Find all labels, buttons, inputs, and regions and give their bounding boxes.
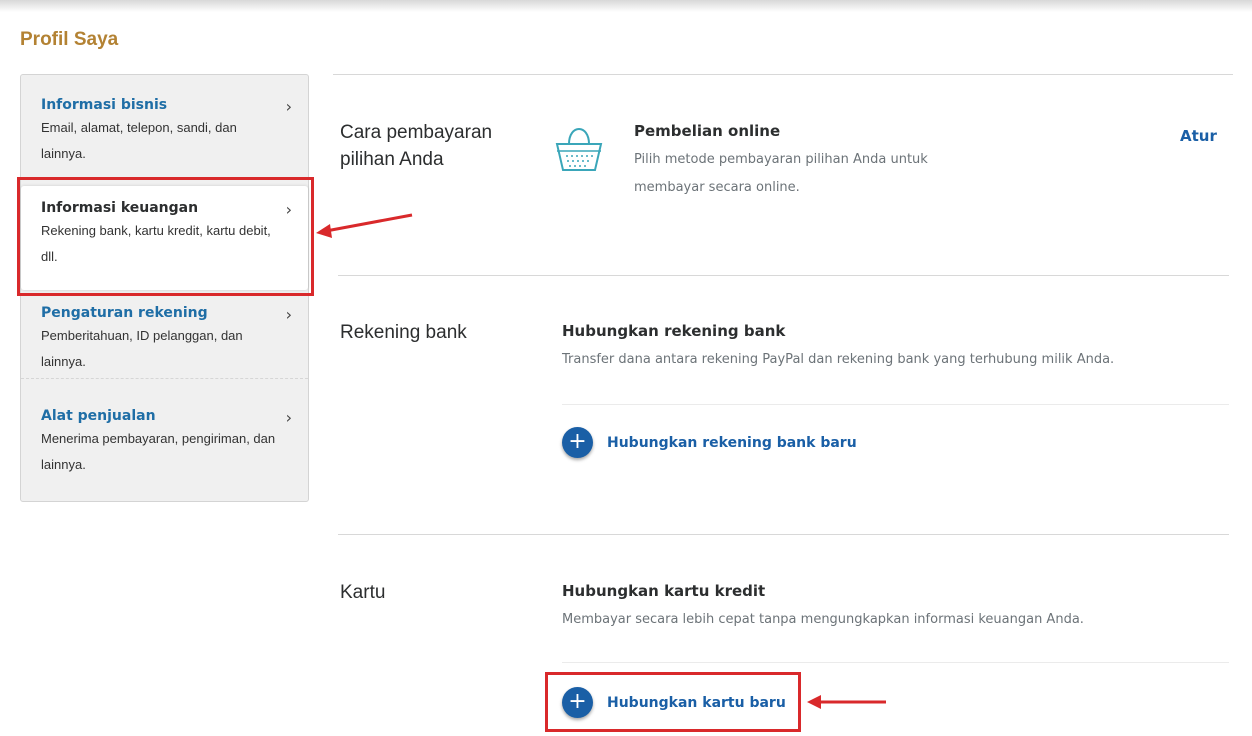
section-label-card: Kartu [340, 582, 386, 603]
sidebar-divider [21, 378, 308, 379]
highlight-box-add-card [545, 672, 801, 732]
link-bank-desc: Transfer dana antara rekening PayPal dan… [562, 352, 1115, 367]
highlight-box-financial-info [17, 177, 314, 296]
sidebar-item-business-info[interactable]: Informasi bisnis Email, alamat, telepon,… [21, 97, 308, 167]
chevron-right-icon: › [285, 305, 292, 324]
link-card-title: Hubungkan kartu kredit [562, 582, 766, 600]
section-divider [338, 275, 1229, 276]
arrow-pointer-add-card [807, 695, 886, 709]
link-card-desc: Membayar secara lebih cepat tanpa mengun… [562, 612, 1084, 627]
sidebar-item-account-settings[interactable]: Pengaturan rekening Pemberitahuan, ID pe… [21, 305, 308, 375]
item-divider [562, 662, 1229, 663]
add-bank-account-button[interactable]: + Hubungkan rekening bank baru [562, 427, 857, 458]
section-label-bank: Rekening bank [340, 322, 467, 343]
sidebar-item-selling-tools[interactable]: Alat penjualan Menerima pembayaran, peng… [21, 408, 308, 478]
chevron-right-icon: › [285, 408, 292, 427]
item-divider [562, 404, 1229, 405]
plus-icon: + [562, 427, 593, 458]
link-bank-title: Hubungkan rekening bank [562, 322, 786, 340]
add-bank-account-label: Hubungkan rekening bank baru [607, 434, 857, 451]
section-divider [333, 74, 1233, 75]
sidebar-item-desc: Pemberitahuan, ID pelanggan, dan lainnya. [41, 328, 243, 369]
sidebar-item-desc: Email, alamat, telepon, sandi, dan lainny… [41, 120, 237, 161]
sidebar-item-title: Alat penjualan [41, 408, 156, 424]
arrow-pointer-financial-info [316, 213, 413, 238]
sidebar-item-desc: Menerima pembayaran, pengiriman, dan lain… [41, 431, 276, 472]
online-purchase-title: Pembelian online [634, 122, 781, 140]
sidebar-item-title: Informasi bisnis [41, 97, 168, 113]
basket-icon [553, 120, 605, 180]
section-label-payment: Cara pembayaran pilihan Anda [340, 122, 493, 170]
chevron-right-icon: › [285, 97, 292, 116]
section-divider [338, 534, 1229, 535]
sidebar-item-title: Pengaturan rekening [41, 305, 208, 321]
page-title: Profil Saya [20, 29, 119, 50]
top-shadow [0, 0, 1252, 12]
online-purchase-desc: Pilih metode pembayaran pilihan Anda unt… [634, 152, 928, 195]
manage-payment-link[interactable]: Atur [1180, 127, 1217, 145]
